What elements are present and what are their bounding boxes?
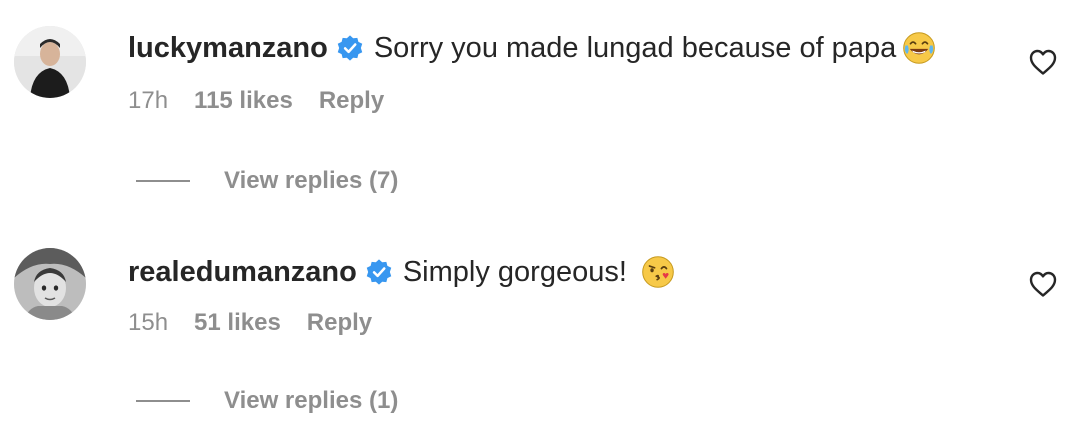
view-replies-divider — [136, 180, 190, 182]
username[interactable]: luckymanzano — [128, 30, 328, 66]
heart-icon[interactable] — [1028, 48, 1058, 76]
comment-text: Simply gorgeous! — [402, 256, 627, 288]
view-replies-label: View replies (1) — [224, 387, 399, 414]
comment-timestamp[interactable]: 17h — [128, 86, 168, 116]
avatar[interactable] — [14, 26, 86, 98]
likes-count[interactable]: 115 likes — [194, 86, 293, 116]
view-replies-button[interactable]: View replies (1) — [136, 386, 398, 416]
face-with-tears-of-joy-emoji-icon — [903, 32, 936, 64]
comment-meta: 17h 115 likes Reply — [128, 86, 410, 116]
comment-text-row: realedumanzano Simply gorgeous! — [128, 254, 675, 290]
view-replies-divider — [136, 400, 190, 402]
view-replies-label: View replies (7) — [224, 167, 399, 194]
heart-icon[interactable] — [1028, 270, 1058, 298]
face-blowing-kiss-emoji-icon — [642, 256, 674, 288]
reply-button[interactable]: Reply — [307, 308, 372, 338]
avatar-photo — [14, 26, 86, 98]
verified-badge-icon — [366, 259, 392, 285]
reply-button[interactable]: Reply — [319, 86, 384, 116]
comment-text: Sorry you made lungad because of papa — [373, 32, 897, 64]
comment-text-row: luckymanzano Sorry you made lungad becau… — [128, 30, 936, 66]
verified-badge-icon — [337, 35, 363, 61]
username[interactable]: realedumanzano — [128, 254, 357, 290]
avatar[interactable] — [14, 248, 86, 320]
view-replies-button[interactable]: View replies (7) — [136, 166, 398, 196]
avatar-photo — [14, 248, 86, 320]
comment-timestamp[interactable]: 15h — [128, 308, 168, 338]
likes-count[interactable]: 51 likes — [194, 308, 281, 338]
comment-meta: 15h 51 likes Reply — [128, 308, 398, 338]
